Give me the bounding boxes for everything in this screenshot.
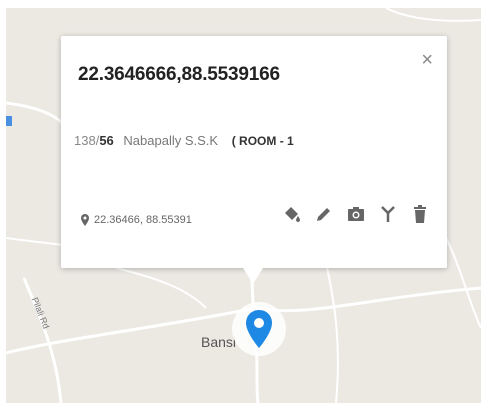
location-marker-icon bbox=[246, 310, 272, 348]
camera-button[interactable] bbox=[346, 204, 366, 224]
paint-bucket-icon bbox=[285, 207, 300, 222]
action-toolbar bbox=[282, 204, 430, 224]
latlng-text: 22.36466, 88.55391 bbox=[94, 214, 192, 226]
map-pin-icon bbox=[81, 214, 89, 226]
code-number: 56 bbox=[99, 133, 114, 148]
latlng-row: 22.36466, 88.55391 bbox=[81, 214, 192, 226]
location-name: Nabapally S.S.K bbox=[123, 133, 219, 148]
branch-button[interactable] bbox=[378, 204, 398, 224]
code-prefix: 138/ bbox=[74, 133, 100, 148]
close-button[interactable]: × bbox=[421, 50, 433, 70]
camera-icon bbox=[348, 207, 364, 221]
coordinates-title: 22.3646666,88.5539166 bbox=[78, 64, 280, 85]
fill-button[interactable] bbox=[282, 204, 302, 224]
trash-icon bbox=[414, 205, 426, 223]
place-label: Bansi bbox=[201, 334, 237, 350]
info-popup: × 22.3646666,88.5539166 138/56 Nabapally… bbox=[61, 36, 447, 284]
location-marker[interactable] bbox=[232, 302, 286, 356]
pencil-icon bbox=[317, 208, 330, 221]
room-label: ( ROOM - 1 bbox=[231, 134, 294, 148]
popup-tail bbox=[243, 268, 263, 284]
location-info: 138/56 Nabapally S.S.K ( ROOM - 1 bbox=[74, 133, 294, 148]
delete-button[interactable] bbox=[410, 204, 430, 224]
map-view[interactable]: Pilali Rd Bansi × 22.3646666,88.5539166 … bbox=[6, 8, 481, 403]
edit-button[interactable] bbox=[314, 204, 334, 224]
fork-icon bbox=[381, 206, 395, 222]
